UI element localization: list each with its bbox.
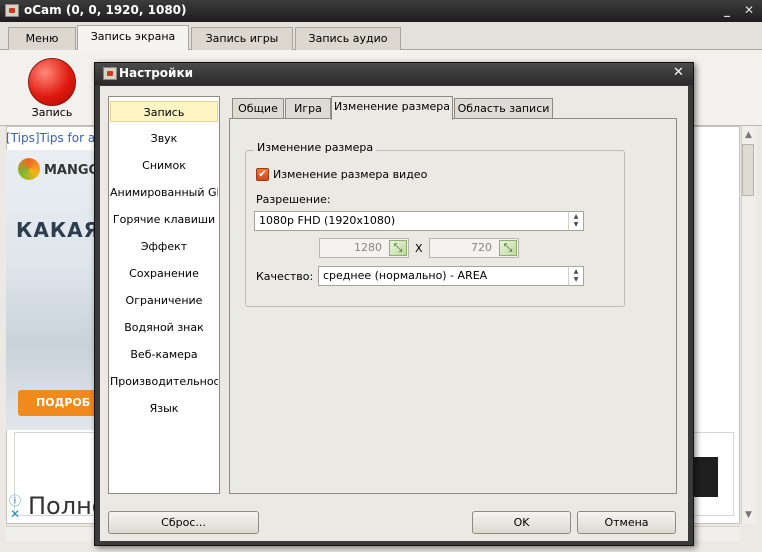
minimize-button[interactable]: _ [724,3,730,17]
nav-item-limit[interactable]: Ограничение [110,290,218,311]
resize-group-title: Изменение размера [254,141,377,154]
nav-item-performance[interactable]: Производительность [110,371,218,392]
close-window-button[interactable]: ✕ [744,3,754,17]
ad-banner[interactable] [6,150,102,430]
nav-item-webcam[interactable]: Веб-камера [110,344,218,365]
nav-item-save[interactable]: Сохранение [110,263,218,284]
tab-resize[interactable]: Изменение размера [331,96,453,120]
cancel-button[interactable]: Отмена [577,511,676,534]
scroll-down-icon[interactable]: ▼ [745,510,752,520]
nav-item-hotkeys[interactable]: Горячие клавиши [110,209,218,230]
ad-brand: MANGO [44,163,100,178]
scrollbar-thumb[interactable] [742,144,754,196]
ocam-icon [5,4,19,17]
tab-game-record[interactable]: Запись игры [191,27,293,50]
nav-item-record[interactable]: Запись [110,101,218,122]
tab-audio-record[interactable]: Запись аудио [295,27,401,50]
reset-button[interactable]: Сброс... [108,511,259,534]
tips-text: Tips for a [39,131,96,145]
resolution-select[interactable]: 1080p FHD (1920x1080) ▲ ▼ [254,211,584,231]
select-arrows-icon-2: ▲ ▼ [568,267,583,285]
nav-item-gif[interactable]: Анимированный GIF [110,182,218,203]
nav-item-sound[interactable]: Звук [110,128,218,149]
resize-video-checkbox[interactable]: ✔ [256,168,269,181]
tab-game[interactable]: Игра [285,98,331,119]
dialog-app-icon [103,67,117,80]
settings-nav: Запись Звук Снимок Анимированный GIF Гор… [108,96,220,494]
tab-menu[interactable]: Меню [8,27,76,50]
tips-link[interactable]: [Tips]Tips for a [6,131,95,145]
resolution-label: Разрешение: [256,193,331,206]
select-arrows-icon: ▲ ▼ [568,212,583,230]
mango-logo-icon [18,158,40,180]
main-window-title: oCam (0, 0, 1920, 1080) [24,3,187,17]
nav-item-screenshot[interactable]: Снимок [110,155,218,176]
size-separator: X [415,242,423,255]
height-value: 720 [471,241,492,254]
main-tab-bar: Меню Запись экрана Запись игры Запись ау… [0,22,762,51]
tips-prefix: [Tips] [6,131,40,145]
main-title-bar: oCam (0, 0, 1920, 1080) _ ✕ [0,0,762,22]
ad-headline: КАКАЯ [16,218,101,242]
width-value: 1280 [354,241,382,254]
tab-general[interactable]: Общие [232,98,284,119]
ad-cta-button[interactable]: ПОДРОБ [18,390,98,416]
scroll-up-icon[interactable]: ▲ [745,130,752,140]
resolution-value: 1080p FHD (1920x1080) [259,214,396,227]
record-button-label: Запись [31,106,73,119]
nav-item-effect[interactable]: Эффект [110,236,218,257]
quality-select[interactable]: среднее (нормально) - AREA ▲ ▼ [318,266,584,286]
lock-aspect-icon[interactable]: ⤡ [389,240,407,256]
dialog-title: Настройки [119,66,194,80]
nav-item-language[interactable]: Язык [110,398,218,419]
quality-value: среднее (нормально) - AREA [323,269,488,282]
lock-aspect-icon-2[interactable]: ⤡ [499,240,517,256]
resize-video-label[interactable]: Изменение размера видео [273,168,427,181]
quality-label: Качество: [256,270,314,283]
ok-button[interactable]: OK [472,511,571,534]
tab-screen-record[interactable]: Запись экрана [77,25,189,51]
record-button[interactable] [28,58,76,106]
dialog-close-button[interactable]: ✕ [673,65,684,80]
ad-close-icon[interactable]: ✕ [10,507,20,521]
tab-record-area[interactable]: Область записи [454,98,553,119]
nav-item-watermark[interactable]: Водяной знак [110,317,218,338]
dialog-title-bar: Настройки ✕ [95,63,693,85]
